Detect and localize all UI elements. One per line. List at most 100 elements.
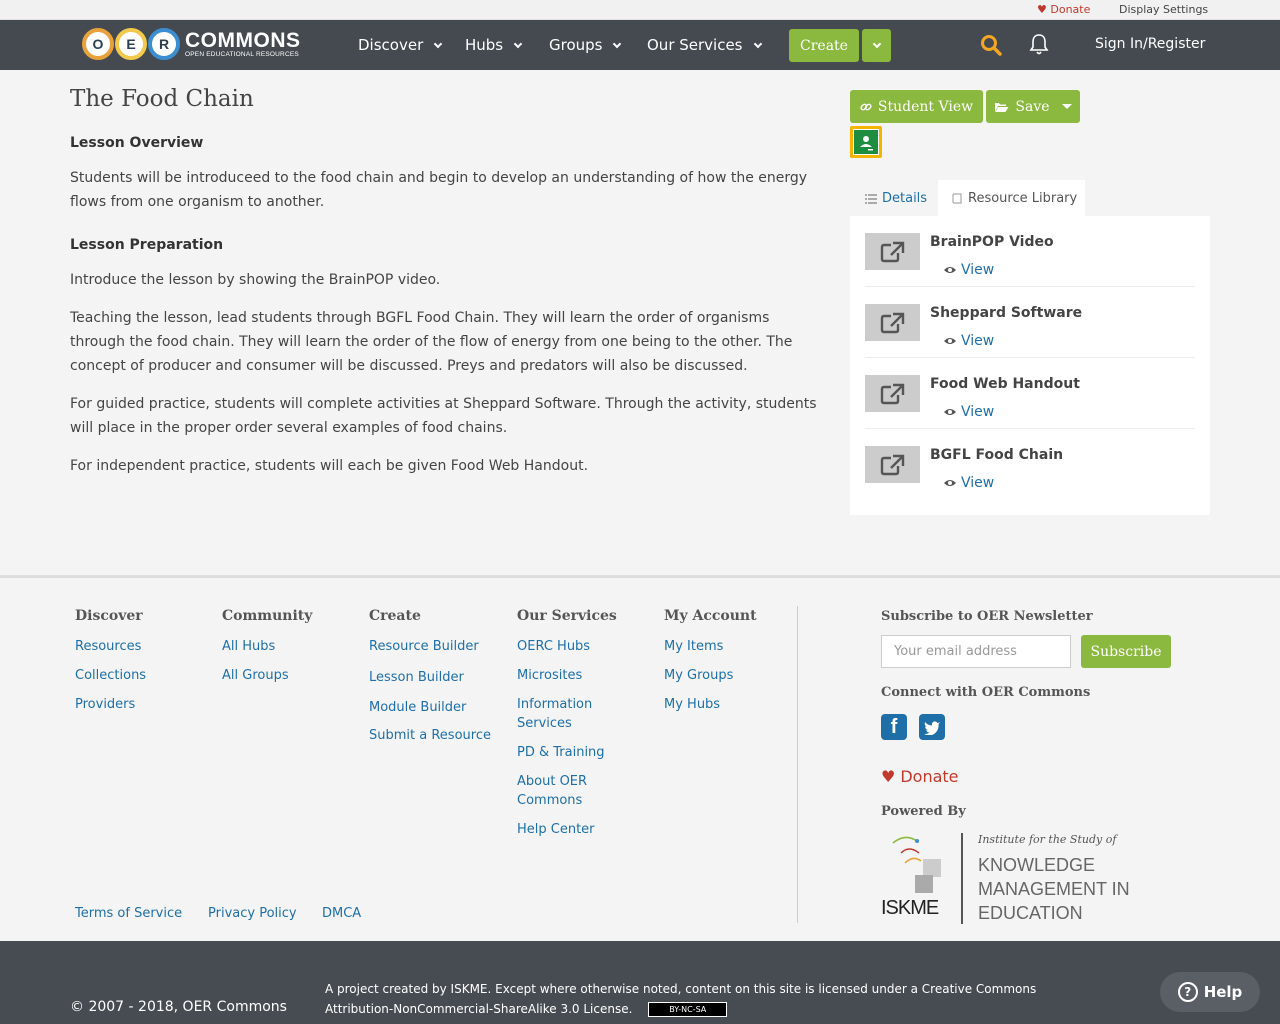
main-header: O E R COMMONS OPEN EDUCATIONAL RESOURCES…	[0, 20, 1280, 70]
book-icon	[952, 193, 962, 204]
footer-donate-link[interactable]: ♥ Donate	[881, 767, 959, 786]
footer-link-information-services[interactable]: Information Services	[517, 695, 617, 733]
utility-donate-link[interactable]: ♥ Donate	[1037, 3, 1090, 16]
resource-view-link[interactable]: View	[943, 475, 994, 491]
powered-by-heading: Powered By	[881, 804, 966, 819]
logo-letter-e: E	[115, 28, 147, 60]
help-label: Help	[1203, 983, 1243, 1001]
save-label: Save	[1015, 98, 1050, 115]
search-icon[interactable]	[980, 34, 1002, 56]
eye-icon	[944, 267, 956, 273]
footer-link-oerc-hubs[interactable]: OERC Hubs	[517, 637, 590, 656]
oer-commons-logo[interactable]: O E R COMMONS OPEN EDUCATIONAL RESOURCES	[82, 27, 301, 61]
resource-item: BGFL Food Chain View	[865, 429, 1195, 500]
utility-bar: ♥ Donate Display Settings	[0, 0, 1280, 20]
prep-paragraph: For independent practice, students will …	[70, 458, 589, 474]
lesson-overview-heading: Lesson Overview	[70, 135, 204, 151]
footer-link-submit-resource[interactable]: Submit a Resource	[369, 726, 491, 745]
external-link-icon[interactable]	[865, 446, 920, 483]
resource-library-panel: BrainPOP Video View Sheppard Software Vi…	[850, 216, 1210, 515]
footer-link-terms[interactable]: Terms of Service	[75, 904, 182, 923]
nav-hubs[interactable]: Hubs	[465, 36, 523, 54]
footer-link-about[interactable]: About OER Commons	[517, 772, 617, 810]
footer-link-dmca[interactable]: DMCA	[322, 904, 361, 923]
footer-link-pd-training[interactable]: PD & Training	[517, 743, 605, 762]
nav-discover[interactable]: Discover	[358, 36, 443, 54]
newsletter-heading: Subscribe to OER Newsletter	[881, 609, 1093, 624]
footer-link-my-items[interactable]: My Items	[664, 637, 723, 656]
footer-divider	[797, 606, 798, 923]
newsletter-email-input[interactable]: Your email address	[881, 635, 1071, 668]
save-button[interactable]: Save	[986, 90, 1080, 123]
footer-link-resources[interactable]: Resources	[75, 637, 141, 656]
external-link-icon[interactable]	[865, 304, 920, 341]
resource-item: Food Web Handout View	[865, 358, 1195, 429]
page-title: The Food Chain	[70, 86, 254, 112]
nav-label: Our Services	[647, 36, 743, 54]
nav-groups[interactable]: Groups	[549, 36, 622, 54]
resource-title[interactable]: Food Web Handout	[930, 376, 1080, 392]
student-view-button[interactable]: Student View	[850, 90, 983, 123]
twitter-icon[interactable]	[919, 714, 945, 740]
sign-in-register-link[interactable]: Sign In/Register	[1095, 36, 1205, 52]
heart-icon: ♥	[1037, 3, 1047, 16]
bell-icon[interactable]	[1028, 32, 1050, 56]
chevron-down-icon	[433, 39, 443, 48]
footer-heading-our-services: Our Services	[517, 608, 617, 624]
resource-view-label: View	[961, 262, 995, 278]
create-dropdown-button[interactable]	[862, 29, 891, 62]
tab-details[interactable]: Details	[865, 180, 927, 217]
resource-view-link[interactable]: View	[943, 262, 994, 278]
footer-link-all-hubs[interactable]: All Hubs	[222, 637, 275, 656]
resource-title[interactable]: BrainPOP Video	[930, 234, 1054, 250]
prep-paragraph: Introduce the lesson by showing the Brai…	[70, 272, 441, 288]
facebook-icon[interactable]: f	[881, 714, 907, 740]
question-circle-icon: ?	[1177, 982, 1198, 1002]
create-button[interactable]: Create	[789, 29, 859, 62]
logo-text: COMMONS OPEN EDUCATIONAL RESOURCES	[185, 30, 301, 58]
connect-heading: Connect with OER Commons	[881, 685, 1091, 700]
footer-link-privacy[interactable]: Privacy Policy	[208, 904, 297, 923]
logo-letter-r: R	[148, 28, 180, 60]
nav-our-services[interactable]: Our Services	[647, 36, 762, 54]
iskme-title-line: EDUCATION	[978, 903, 1083, 923]
subscribe-button[interactable]: Subscribe	[1081, 635, 1171, 668]
footer-link-microsites[interactable]: Microsites	[517, 666, 582, 685]
tab-resource-library[interactable]: Resource Library	[938, 180, 1085, 217]
resource-title[interactable]: BGFL Food Chain	[930, 447, 1063, 463]
heart-icon: ♥	[881, 767, 896, 786]
footer-link-module-builder[interactable]: Module Builder	[369, 698, 466, 717]
help-button[interactable]: ? Help	[1160, 972, 1260, 1012]
nav-label: Groups	[549, 36, 603, 54]
footer-link-lesson-builder[interactable]: Lesson Builder	[369, 668, 464, 687]
resource-view-label: View	[961, 475, 995, 491]
google-classroom-icon[interactable]	[850, 126, 882, 158]
footer-link-collections[interactable]: Collections	[75, 666, 146, 685]
cc-license-badge[interactable]: BY-NC-SA	[648, 1002, 728, 1017]
iskme-divider	[961, 833, 963, 924]
resource-view-link[interactable]: View	[943, 404, 994, 420]
iskme-title: KNOWLEDGE MANAGEMENT IN EDUCATION	[978, 853, 1130, 925]
footer-heading-community: Community	[222, 608, 313, 624]
caret-down-icon	[1061, 104, 1072, 109]
eye-icon	[944, 338, 956, 344]
iskme-logo[interactable]: ISKME Institute for the Study of KNOWLED…	[881, 833, 1131, 925]
footer-link-help-center[interactable]: Help Center	[517, 820, 595, 839]
footer-link-my-hubs[interactable]: My Hubs	[664, 695, 720, 714]
chevron-down-icon	[513, 39, 523, 48]
iskme-title-line: KNOWLEDGE	[978, 855, 1096, 875]
lesson-preparation-heading: Lesson Preparation	[70, 237, 224, 253]
resource-title[interactable]: Sheppard Software	[930, 305, 1082, 321]
footer-heading-my-account: My Account	[664, 608, 757, 624]
external-link-icon[interactable]	[865, 375, 920, 412]
footer-link-providers[interactable]: Providers	[75, 695, 135, 714]
footer-link-my-groups[interactable]: My Groups	[664, 666, 733, 685]
display-settings-link[interactable]: Display Settings	[1119, 3, 1208, 16]
external-link-icon[interactable]	[865, 233, 920, 270]
nav-label: Hubs	[465, 36, 504, 54]
footer-link-resource-builder[interactable]: Resource Builder	[369, 637, 479, 656]
resource-view-link[interactable]: View	[943, 333, 994, 349]
footer-link-all-groups[interactable]: All Groups	[222, 666, 289, 685]
student-view-label: Student View	[877, 98, 974, 115]
link-icon	[860, 103, 872, 110]
